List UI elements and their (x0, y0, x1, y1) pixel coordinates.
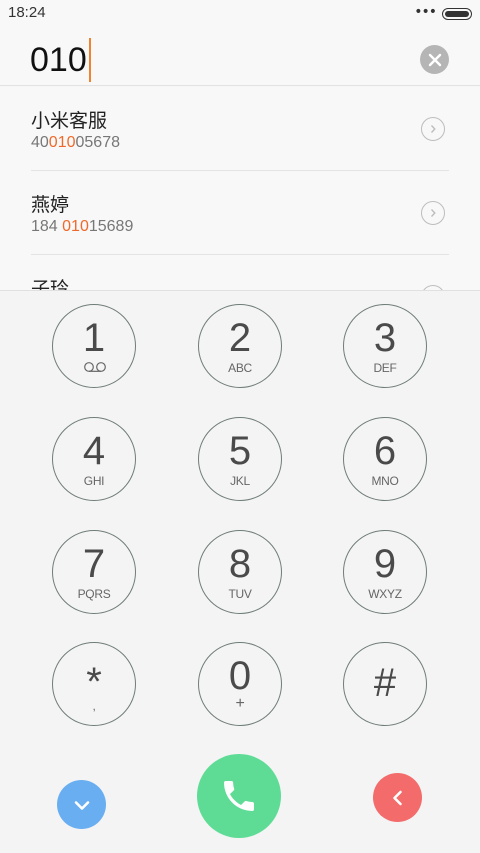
chevron-down-icon (74, 800, 89, 810)
status-time: 18:24 (8, 4, 46, 21)
key-digit: # (373, 661, 397, 705)
key-6[interactable]: 6 MNO (343, 417, 427, 501)
key-digit: 8 (228, 542, 252, 586)
key-letters: TUV (228, 587, 252, 601)
key-1[interactable]: 1 (52, 304, 136, 388)
key-5[interactable]: 5 JKL (198, 417, 282, 501)
key-digit: 0 (228, 654, 252, 698)
key-letters: ABC (228, 361, 252, 375)
battery-icon (442, 8, 472, 20)
dial-input-row: 010 (0, 28, 480, 86)
contact-detail-button[interactable] (421, 117, 445, 141)
key-star[interactable]: * , (52, 642, 136, 726)
contact-name: 燕婷 (31, 194, 70, 216)
key-letters: + (235, 695, 245, 712)
delete-button[interactable] (373, 773, 422, 822)
contact-number: 184 01015689 (31, 218, 134, 235)
matched-digits: 010 (48, 134, 76, 151)
key-letters: MNO (371, 474, 399, 488)
clear-button[interactable] (420, 45, 449, 74)
contact-number: 4001005678 (31, 134, 120, 151)
key-digit: 6 (373, 429, 397, 473)
contact-results-list: 小米客服 4001005678 燕婷 184 01015689 子玲 (0, 87, 480, 290)
key-digit: 5 (228, 429, 252, 473)
key-0[interactable]: 0 + (198, 642, 282, 726)
key-9[interactable]: 9 WXYZ (343, 530, 427, 614)
key-hash[interactable]: # (343, 642, 427, 726)
key-letters: JKL (230, 474, 250, 488)
contact-row[interactable]: 燕婷 184 01015689 (0, 171, 480, 255)
key-letters: GHI (83, 474, 105, 488)
chevron-left-icon (392, 790, 402, 805)
status-bar: 18:24 ••• (0, 0, 480, 28)
voicemail-icon (84, 362, 106, 372)
key-digit: 3 (373, 316, 397, 360)
chevron-right-icon (430, 125, 436, 133)
dialed-number-input[interactable]: 010 (30, 38, 91, 82)
call-button[interactable] (197, 754, 281, 838)
key-8[interactable]: 8 TUV (198, 530, 282, 614)
contact-name: 子玲 (31, 278, 70, 290)
contact-row[interactable]: 小米客服 4001005678 (0, 87, 480, 171)
signal-dots-icon: ••• (414, 4, 437, 20)
key-letters: PQRS (77, 587, 111, 601)
collapse-keypad-button[interactable] (57, 780, 106, 829)
key-3[interactable]: 3 DEF (343, 304, 427, 388)
key-digit: 7 (82, 542, 106, 586)
key-digit: 2 (228, 316, 252, 360)
close-icon (428, 53, 441, 66)
contact-row[interactable]: 子玲 (0, 255, 480, 290)
key-digit: 9 (373, 542, 397, 586)
chevron-right-icon (430, 209, 436, 217)
key-letters: DEF (373, 361, 397, 375)
contact-name: 小米客服 (31, 110, 108, 132)
key-2[interactable]: 2 ABC (198, 304, 282, 388)
key-4[interactable]: 4 GHI (52, 417, 136, 501)
key-digit: 1 (82, 316, 106, 360)
key-digit: * (86, 660, 102, 704)
key-letters: WXYZ (368, 587, 402, 601)
matched-digits: 010 (62, 218, 89, 235)
key-7[interactable]: 7 PQRS (52, 530, 136, 614)
key-digit: 4 (82, 429, 106, 473)
phone-icon (224, 781, 254, 811)
contact-detail-button[interactable] (421, 201, 445, 225)
key-letters: , (92, 699, 96, 713)
